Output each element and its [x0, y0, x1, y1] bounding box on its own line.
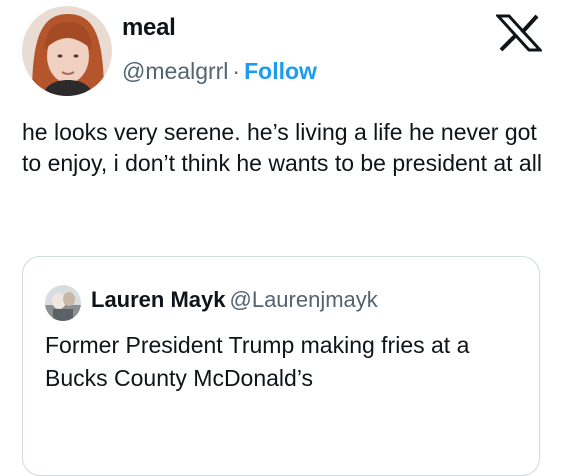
- avatar-photo-icon: [45, 285, 81, 321]
- tweet-card: meal @mealgrrl · Follow he looks very sere…: [0, 0, 568, 476]
- avatar-photo-icon: [22, 6, 112, 96]
- quoted-header: Lauren Mayk @Laurenjmayk: [91, 287, 378, 313]
- quoted-tweet[interactable]: Lauren Mayk @Laurenjmayk Former President…: [22, 256, 540, 476]
- author-avatar[interactable]: [22, 6, 112, 96]
- separator-dot: ·: [232, 58, 241, 84]
- author-display-name[interactable]: meal: [122, 14, 176, 42]
- quoted-display-name[interactable]: Lauren Mayk: [91, 287, 226, 312]
- quoted-text: Former President Trump making fries at a…: [45, 332, 470, 391]
- quoted-handle[interactable]: @Laurenjmayk: [230, 287, 378, 312]
- author-handle-line: @mealgrrl · Follow: [122, 58, 317, 85]
- tweet-text: he looks very serene. he’s living a life…: [22, 119, 542, 176]
- quoted-author-avatar[interactable]: [45, 285, 81, 321]
- author-handle[interactable]: @mealgrrl: [122, 58, 228, 84]
- x-logo-icon[interactable]: [494, 14, 544, 52]
- follow-button[interactable]: Follow: [244, 58, 317, 84]
